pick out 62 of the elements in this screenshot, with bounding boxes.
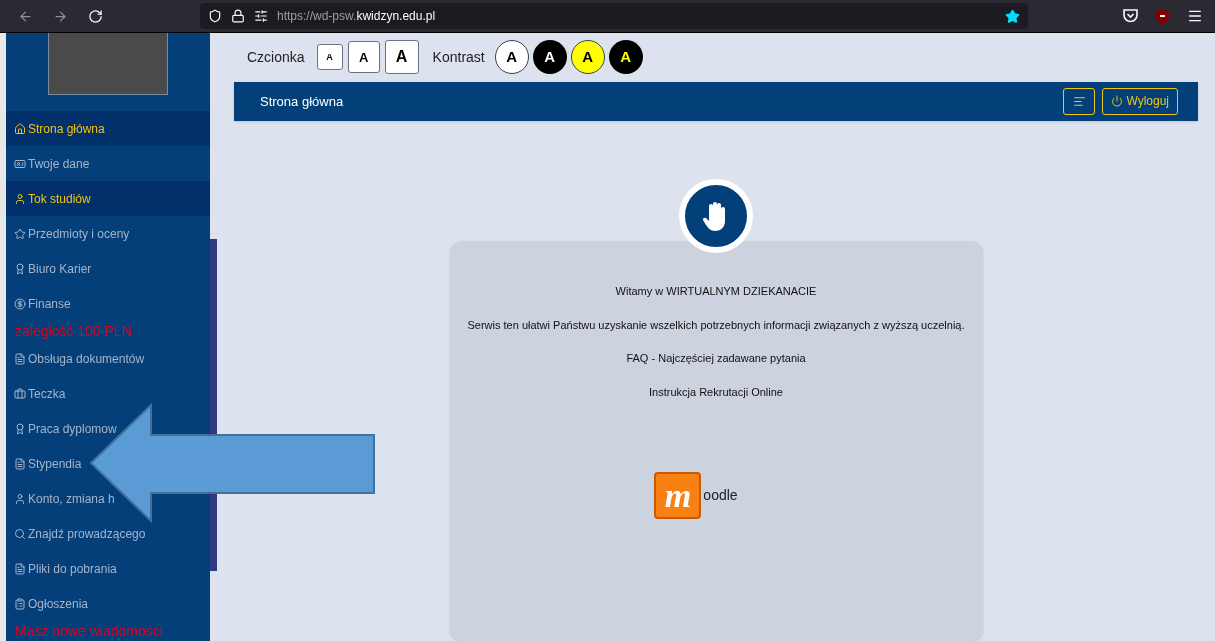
contrast-button[interactable]: A [494, 40, 529, 75]
id-card-icon [14, 157, 26, 170]
pocket-icon[interactable] [1123, 9, 1138, 23]
forward-icon[interactable] [53, 8, 68, 24]
award-icon [14, 422, 26, 435]
sidebar-item[interactable]: Pliki do pobrania [6, 561, 117, 576]
coin-icon [14, 297, 26, 310]
logout-button[interactable]: Wyloguj [1102, 87, 1178, 115]
document-icon [14, 457, 26, 470]
bookmark-star-icon[interactable] [1005, 8, 1020, 24]
sidebar-item[interactable]: Ogłoszenia [6, 596, 89, 611]
sidebar-item[interactable]: Obsługa dokumentów [6, 351, 145, 366]
font-size-label: Czcionka [247, 47, 305, 67]
contrast-button[interactable]: A [570, 40, 605, 75]
sidebar-item[interactable]: Tok studiów [6, 181, 210, 216]
sidebar-item[interactable]: Finanse [6, 296, 71, 311]
welcome-text: Instrukcja Rekrutacji Online [649, 384, 783, 400]
notice-text: zaległość 100 PLN [15, 321, 132, 341]
contrast-button[interactable]: A [608, 40, 643, 75]
house-icon [14, 122, 26, 135]
document-icon [14, 562, 26, 575]
sidebar-item[interactable]: Znajdź prowadzącego [6, 526, 146, 541]
contrast-button[interactable]: A [532, 40, 567, 75]
contrast-label: Kontrast [432, 47, 485, 67]
menu-icon[interactable] [1187, 8, 1203, 24]
shield-icon[interactable] [208, 9, 222, 23]
award-icon [14, 262, 26, 275]
sidebar-item[interactable]: Przedmioty i oceny [6, 226, 130, 241]
moodle-logo-icon: m [654, 472, 702, 519]
power-icon [1111, 95, 1124, 108]
sidebar-item[interactable]: Konto, zmiana h [6, 491, 115, 506]
sidebar-item[interactable]: Twoje dane [6, 156, 90, 171]
person-icon [14, 492, 26, 505]
sidebar-item[interactable]: Stypendia [6, 456, 82, 471]
moodle-text: oodle [703, 486, 738, 505]
sliders-icon[interactable] [254, 9, 268, 23]
font-size-button[interactable]: A [316, 44, 343, 71]
lines-icon [1072, 94, 1086, 108]
welcome-text: Serwis ten ułatwi Państwu uzyskanie wszelkich potrzebnych informacji związanych z wyższą uczelnią. [467, 317, 965, 333]
shield-extension-icon[interactable] [1156, 8, 1169, 24]
star-icon [14, 227, 26, 240]
document-icon [14, 352, 26, 365]
sidebar-item[interactable]: Biuro Karier [6, 261, 92, 276]
menu-toggle-button[interactable] [1063, 87, 1096, 115]
lock-icon [231, 9, 245, 23]
briefcase-icon [14, 387, 26, 400]
url-text: https://wd-psw.kwidzyn.edu.pl [277, 8, 436, 25]
sidebar-item[interactable]: Praca dyplomow [6, 421, 117, 436]
welcome-text: FAQ - Najczęściej zadawane pytania [626, 351, 806, 366]
welcome-text: Witamy w WIRTUALNYM DZIEKANACIE [615, 284, 817, 299]
notice-text: Masz nowe wiadomości [15, 621, 163, 641]
person-icon [14, 192, 26, 205]
sidebar-item[interactable]: Teczka [6, 386, 66, 401]
clipboard-icon [14, 597, 26, 610]
page-title: Strona główna [260, 92, 344, 111]
font-size-button[interactable]: A [384, 40, 419, 75]
font-size-button[interactable]: A [347, 41, 380, 74]
search-icon [14, 527, 26, 540]
address-field[interactable]: https://wd-psw.kwidzyn.edu.pl [200, 3, 1028, 29]
sidebar-item[interactable]: Strona główna [6, 111, 210, 146]
reload-icon[interactable] [88, 8, 103, 24]
back-icon[interactable] [18, 8, 33, 24]
